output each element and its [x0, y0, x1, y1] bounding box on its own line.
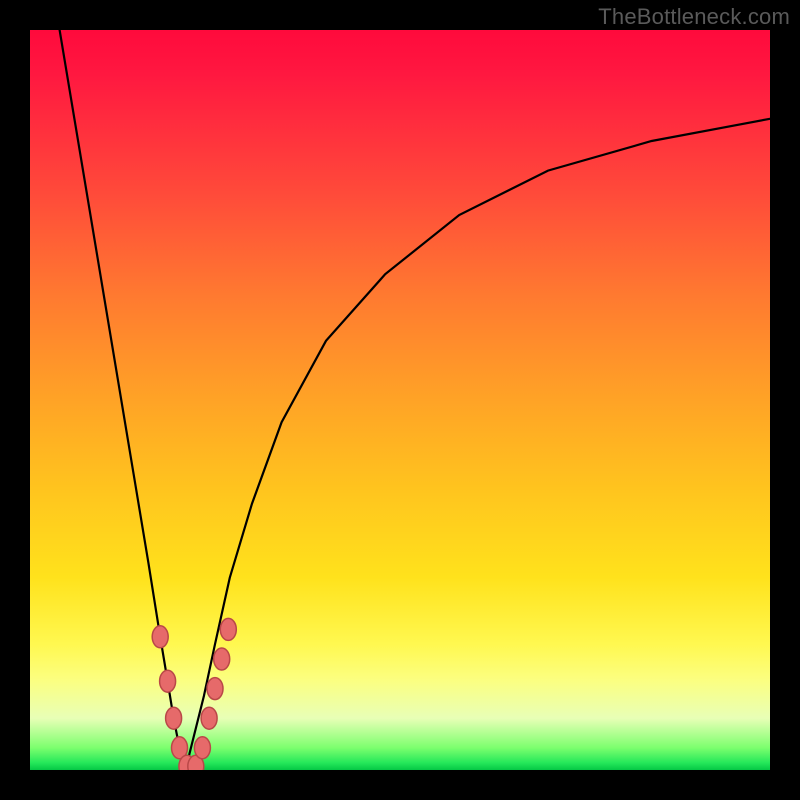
bead-marker — [152, 626, 168, 648]
bead-marker — [160, 670, 176, 692]
chart-frame: TheBottleneck.com — [0, 0, 800, 800]
plot-area — [30, 30, 770, 770]
bead-marker — [207, 678, 223, 700]
bead-marker — [214, 648, 230, 670]
bead-markers — [152, 618, 236, 770]
bead-marker — [201, 707, 217, 729]
bead-marker — [194, 737, 210, 759]
curve-layer — [30, 30, 770, 770]
bead-marker — [220, 618, 236, 640]
right-branch-curve — [185, 119, 770, 770]
left-branch-curve — [60, 30, 186, 770]
bead-marker — [166, 707, 182, 729]
watermark-text: TheBottleneck.com — [598, 4, 790, 30]
